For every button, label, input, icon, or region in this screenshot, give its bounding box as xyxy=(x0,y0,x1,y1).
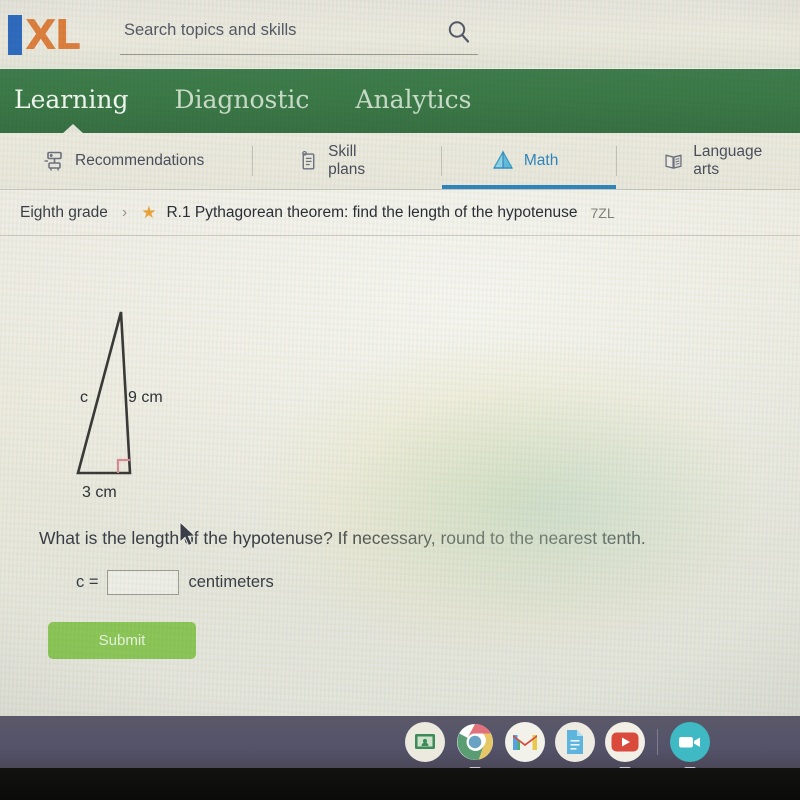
answer-units-label: centimeters xyxy=(188,573,274,591)
dock-item-google-docs[interactable] xyxy=(555,722,595,762)
chrome-icon xyxy=(456,723,494,761)
tab-label-recommendations: Recommendations xyxy=(75,152,205,169)
dock-divider xyxy=(657,729,658,755)
skill-code: 7ZL xyxy=(590,204,615,221)
google-classroom-icon xyxy=(415,734,435,749)
label-base: 3 cm xyxy=(82,484,117,501)
taskbar-dock xyxy=(0,716,800,769)
tab-label-math: Math xyxy=(523,152,559,169)
screen-glare-yellow xyxy=(250,330,770,660)
primary-nav: Learning Diagnostic Analytics xyxy=(0,69,800,133)
dock-item-gmail[interactable] xyxy=(505,722,545,762)
dock-item-chrome[interactable] xyxy=(455,722,495,769)
tab-skill-plans[interactable]: Skill plans xyxy=(253,133,441,189)
ixl-logo[interactable]: XL xyxy=(8,14,108,56)
nav-item-analytics[interactable]: Analytics xyxy=(349,85,477,114)
breadcrumb-separator-icon: › xyxy=(121,203,128,221)
recommendations-icon xyxy=(44,151,62,171)
tab-recommendations[interactable]: Recommendations xyxy=(0,133,252,189)
submit-button[interactable]: Submit xyxy=(48,622,196,659)
question-text: What is the length of the hypotenuse? If… xyxy=(39,528,646,548)
triangle-figure: c 9 cm 3 cm xyxy=(40,290,270,510)
skill-title: R.1 Pythagorean theorem: find the length… xyxy=(166,203,578,221)
tab-math[interactable]: Math xyxy=(441,133,617,189)
answer-variable-label: c = xyxy=(76,573,99,591)
open-book-icon xyxy=(665,154,682,169)
top-bar: XL xyxy=(0,0,800,68)
search-bar[interactable] xyxy=(120,16,478,55)
right-triangle-svg: c 9 cm 3 cm xyxy=(76,311,163,501)
device-bezel xyxy=(0,768,800,800)
tab-active-underline xyxy=(441,185,617,189)
screen-photo: XL Learning Diagnostic Analytics xyxy=(0,0,800,800)
google-docs-icon xyxy=(567,730,583,754)
tab-label-skill-plans: Skill plans xyxy=(328,143,366,178)
answer-row: c = centimeters xyxy=(76,570,274,595)
answer-input[interactable] xyxy=(107,570,180,595)
logo-letters-xl: XL xyxy=(25,11,81,59)
label-vertical-side: 9 cm xyxy=(128,389,163,406)
search-icon[interactable] xyxy=(446,19,472,45)
breadcrumb: Eighth grade › ★ R.1 Pythagorean theorem… xyxy=(0,190,800,236)
tab-language-arts[interactable]: Language arts xyxy=(617,133,800,189)
skill-plans-icon xyxy=(302,150,315,170)
youtube-icon xyxy=(611,732,639,752)
label-hypotenuse: c xyxy=(80,389,88,406)
browser-page: XL Learning Diagnostic Analytics xyxy=(0,0,800,716)
dock-item-google-classroom[interactable] xyxy=(405,722,445,762)
breadcrumb-grade[interactable]: Eighth grade xyxy=(20,204,108,222)
dock-item-video-call[interactable] xyxy=(670,722,710,769)
star-icon[interactable]: ★ xyxy=(141,203,156,223)
gmail-icon xyxy=(513,735,537,750)
nav-item-diagnostic[interactable]: Diagnostic xyxy=(168,85,315,114)
dock-item-youtube[interactable] xyxy=(605,722,645,769)
math-pyramid-icon xyxy=(492,149,513,169)
nav-item-learning[interactable]: Learning xyxy=(8,85,134,114)
section-tabs: Recommendations Skill plans Math Languag… xyxy=(0,133,800,190)
tab-label-language-arts: Language arts xyxy=(693,143,763,178)
search-input[interactable] xyxy=(122,20,426,41)
logo-letter-i xyxy=(8,15,22,55)
video-camera-icon xyxy=(679,737,700,748)
screen-glare-cyan xyxy=(330,380,760,630)
